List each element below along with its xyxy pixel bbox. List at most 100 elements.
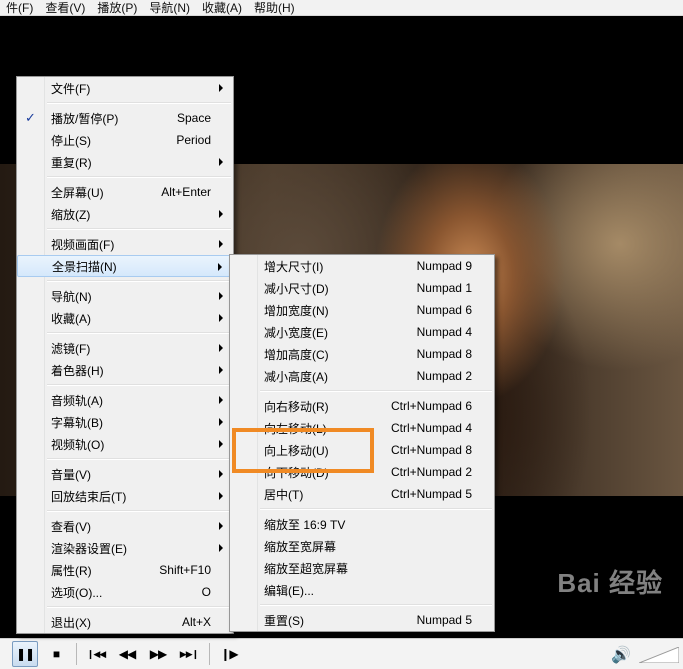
menu-item[interactable]: 全屏幕(U) Alt+Enter (17, 181, 233, 203)
menu-item-label: 字幕轨(B) (51, 415, 103, 430)
menu-item-label: 滤镜(F) (51, 341, 91, 356)
menu-item-label: 增加宽度(N) (264, 303, 329, 318)
menu-item[interactable]: 视频轨(O) (17, 433, 233, 455)
menu-item[interactable]: 编辑(E)... (230, 579, 494, 601)
menu-item-shortcut: Ctrl+Numpad 4 (390, 421, 472, 435)
previous-icon: ❙◀◀ (86, 648, 106, 659)
menu-item[interactable]: 减小高度(A) Numpad 2 (230, 365, 494, 387)
frame-step-button[interactable]: ❙▶ (216, 641, 242, 667)
menu-item-label: 音量(V) (51, 467, 91, 482)
menu-item-label: 停止(S) (51, 133, 91, 148)
menu-item[interactable]: 导航(N) (17, 285, 233, 307)
menu-item-label: 选项(O)... (51, 585, 103, 600)
menu-item[interactable]: 停止(S) Period (17, 129, 233, 151)
menu-item[interactable]: 重置(S) Numpad 5 (230, 609, 494, 631)
next-button[interactable]: ▶▶❙ (176, 641, 202, 667)
fast-forward-icon: ▶▶ (149, 647, 167, 661)
menu-item[interactable]: 着色器(H) (17, 359, 233, 381)
frame-step-icon: ❙▶ (220, 647, 238, 661)
menu-item[interactable]: 选项(O)... O (17, 581, 233, 603)
menu-item-label: 减小宽度(E) (264, 325, 328, 340)
menubar-item[interactable]: 查看(V) (39, 0, 91, 16)
checkmark-icon: ✓ (25, 110, 36, 125)
menu-item[interactable]: 增加高度(C) Numpad 8 (230, 343, 494, 365)
menu-item-label: 全屏幕(U) (51, 185, 104, 200)
menu-item[interactable]: 滤镜(F) (17, 337, 233, 359)
menubar-item[interactable]: 导航(N) (143, 0, 196, 16)
stop-icon: ■ (52, 647, 60, 661)
menu-item-label: 查看(V) (51, 519, 91, 534)
menu-item[interactable]: 文件(F) (17, 77, 233, 99)
menu-item-shortcut: Numpad 9 (416, 259, 472, 273)
playback-controls: 🔊 ❚❚ ■ ❙◀◀ ◀◀ ▶▶ ▶▶❙ ❙▶ (0, 638, 683, 669)
menu-separator (230, 601, 494, 609)
menu-separator (17, 173, 233, 181)
menu-item[interactable]: 字幕轨(B) (17, 411, 233, 433)
menu-item-label: 缩放至 16:9 TV (264, 517, 346, 532)
menubar-item[interactable]: 帮助(H) (248, 0, 301, 16)
menu-item[interactable]: 缩放(Z) (17, 203, 233, 225)
menubar-item[interactable]: 件(F) (0, 0, 39, 16)
menu-item-label: 导航(N) (51, 289, 92, 304)
menu-item-shortcut: Alt+X (181, 615, 211, 629)
menu-item[interactable]: 查看(V) (17, 515, 233, 537)
menu-item[interactable]: 收藏(A) (17, 307, 233, 329)
menubar-item[interactable]: 收藏(A) (196, 0, 248, 16)
fast-forward-button[interactable]: ▶▶ (145, 641, 171, 667)
menu-item-shortcut: Ctrl+Numpad 8 (390, 443, 472, 457)
menu-item-label: 缩放至宽屏幕 (264, 539, 337, 554)
submenu-arrow-icon (218, 263, 222, 271)
menu-item[interactable]: ✓ 播放/暂停(P) Space (17, 107, 233, 129)
volume-slider[interactable] (639, 647, 679, 663)
menu-item-label: 收藏(A) (51, 311, 91, 326)
rewind-icon: ◀◀ (118, 647, 136, 661)
next-icon: ▶▶❙ (179, 648, 199, 659)
menu-item-label: 文件(F) (51, 81, 91, 96)
submenu-arrow-icon (219, 544, 223, 552)
menu-item[interactable]: 音量(V) (17, 463, 233, 485)
menu-item-label: 居中(T) (264, 487, 304, 502)
previous-button[interactable]: ❙◀◀ (83, 641, 109, 667)
menu-item[interactable]: 重复(R) (17, 151, 233, 173)
menu-item[interactable]: 向右移动(R) Ctrl+Numpad 6 (230, 395, 494, 417)
menu-item-label: 视频轨(O) (51, 437, 105, 452)
menu-item[interactable]: 缩放至 16:9 TV (230, 513, 494, 535)
submenu-arrow-icon (219, 440, 223, 448)
volume-icon[interactable]: 🔊 (611, 645, 631, 665)
menu-item[interactable]: 音频轨(A) (17, 389, 233, 411)
menu-separator (17, 455, 233, 463)
menu-item[interactable]: 居中(T) Ctrl+Numpad 5 (230, 483, 494, 505)
menu-item[interactable]: 渲染器设置(E) (17, 537, 233, 559)
submenu-arrow-icon (219, 418, 223, 426)
menu-item[interactable]: 缩放至宽屏幕 (230, 535, 494, 557)
menu-separator (230, 387, 494, 395)
menu-item-shortcut: Period (176, 133, 211, 147)
menu-bar: 件(F) 查看(V) 播放(P) 导航(N) 收藏(A) 帮助(H) (0, 0, 683, 16)
rewind-button[interactable]: ◀◀ (114, 641, 140, 667)
watermark: Bai 经验 (557, 568, 663, 598)
submenu-arrow-icon (219, 492, 223, 500)
menubar-item[interactable]: 播放(P) (91, 0, 143, 16)
menu-item[interactable]: 增加宽度(N) Numpad 6 (230, 299, 494, 321)
menu-item-label: 缩放至超宽屏幕 (264, 561, 349, 576)
submenu-arrow-icon (219, 344, 223, 352)
menu-item[interactable]: 退出(X) Alt+X (17, 611, 233, 633)
menu-item[interactable]: 属性(R) Shift+F10 (17, 559, 233, 581)
menu-item-label: 向右移动(R) (264, 399, 329, 414)
submenu-arrow-icon (219, 470, 223, 478)
menu-item[interactable]: 减小宽度(E) Numpad 4 (230, 321, 494, 343)
menu-item-label: 重置(S) (264, 613, 304, 628)
stop-button[interactable]: ■ (43, 641, 69, 667)
menu-item[interactable]: 回放结束后(T) (17, 485, 233, 507)
menu-item[interactable]: 减小尺寸(D) Numpad 1 (230, 277, 494, 299)
submenu-arrow-icon (219, 314, 223, 322)
menu-item[interactable]: 视频画面(F) (17, 233, 233, 255)
menu-item[interactable]: 增大尺寸(I) Numpad 9 (230, 255, 494, 277)
menu-item[interactable]: 全景扫描(N) (17, 255, 233, 277)
menu-item-label: 减小尺寸(D) (264, 281, 329, 296)
pause-button[interactable]: ❚❚ (12, 641, 38, 667)
menu-separator (17, 381, 233, 389)
menu-item[interactable]: 缩放至超宽屏幕 (230, 557, 494, 579)
menu-item-label: 增加高度(C) (264, 347, 329, 362)
menu-item-label: 属性(R) (51, 563, 92, 578)
